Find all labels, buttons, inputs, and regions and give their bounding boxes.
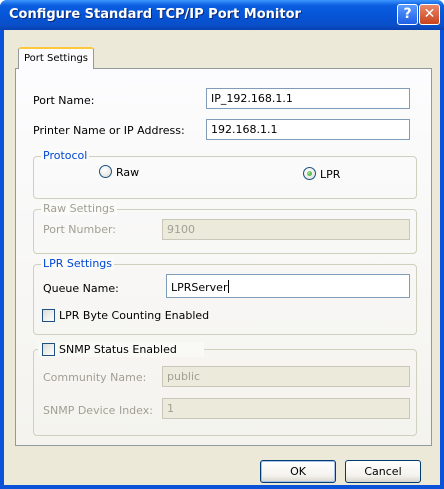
protocol-legend: Protocol [41,149,90,162]
queue-name-value: LPRServer [171,281,228,294]
queue-name-input[interactable]: LPRServer [166,274,410,298]
snmp-status-label[interactable]: SNMP Status Enabled [59,343,177,356]
printer-address-input[interactable]: 192.168.1.1 [206,119,410,140]
lpr-radio-label[interactable]: LPR [320,168,340,181]
lpr-byte-counting-checkbox[interactable] [42,309,55,322]
tab-port-settings[interactable]: Port Settings [18,47,94,69]
radio-selected-dot [307,171,312,176]
community-name-input[interactable]: public [162,366,410,387]
lpr-byte-counting-label[interactable]: LPR Byte Counting Enabled [59,309,209,322]
printer-address-label: Printer Name or IP Address: [33,124,185,137]
port-name-label: Port Name: [33,94,95,107]
title-bar[interactable]: Configure Standard TCP/IP Port Monitor ?… [0,0,444,30]
snmp-group [33,349,417,436]
close-icon[interactable]: ✕ [419,4,440,25]
cancel-button[interactable]: Cancel [345,460,421,483]
raw-settings-legend: Raw Settings [41,202,117,215]
protocol-group: Protocol [33,149,417,199]
window-title: Configure Standard TCP/IP Port Monitor [9,7,301,22]
port-name-input[interactable]: IP_192.168.1.1 [206,88,410,109]
snmp-status-checkbox[interactable] [42,343,55,356]
raw-radio[interactable] [99,165,112,178]
snmp-device-index-label: SNMP Device Index: [43,404,153,417]
port-number-label: Port Number: [43,223,117,236]
text-caret [228,280,230,293]
community-name-label: Community Name: [43,371,147,384]
lpr-radio[interactable] [303,167,316,180]
snmp-device-index-input[interactable]: 1 [162,398,410,419]
lpr-settings-legend: LPR Settings [41,257,115,270]
queue-name-label: Queue Name: [43,282,119,295]
port-number-input[interactable]: 9100 [162,219,410,240]
ok-button[interactable]: OK [260,460,336,483]
help-icon[interactable]: ? [397,4,418,25]
raw-radio-label[interactable]: Raw [116,166,139,179]
